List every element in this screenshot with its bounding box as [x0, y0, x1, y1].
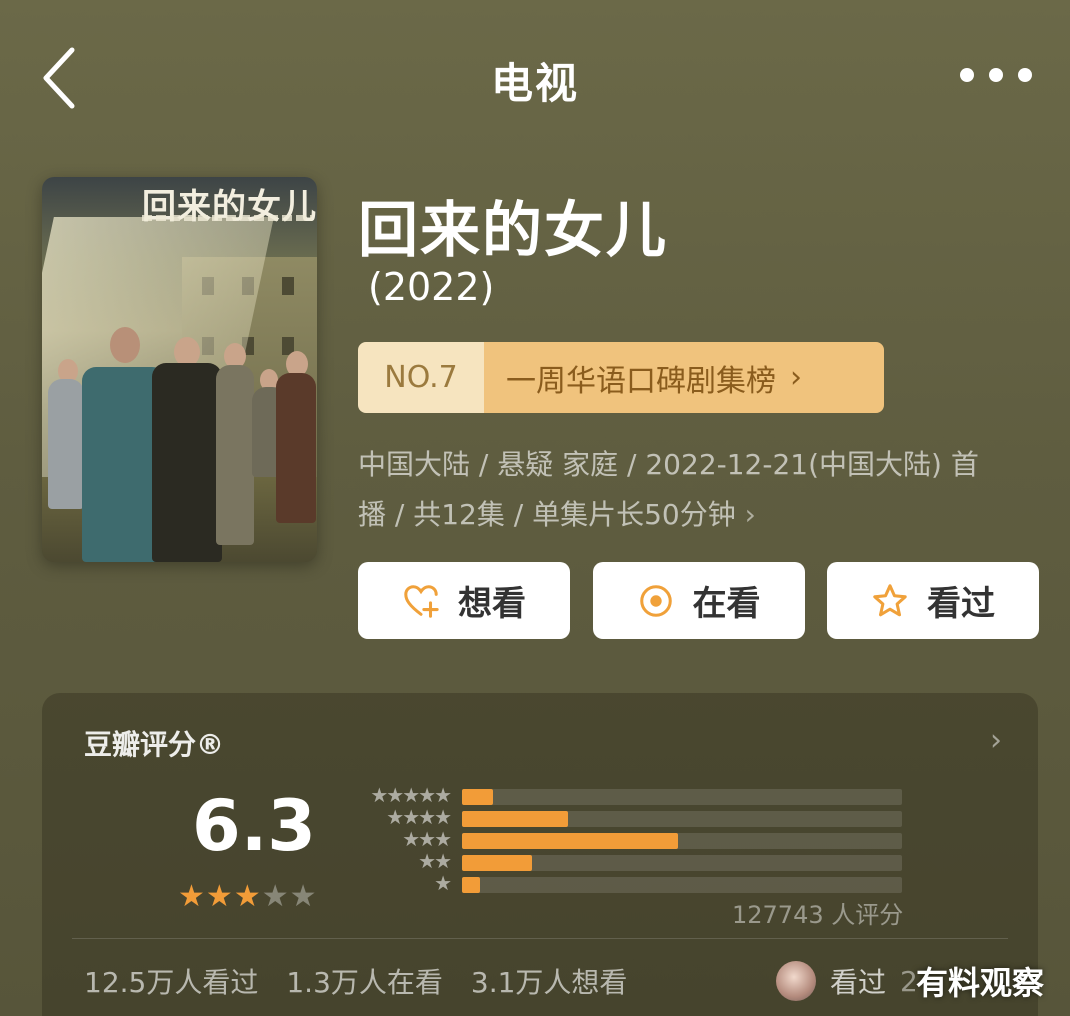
- meta-line-2: 播 / 共12集 / 单集片长50分钟 ›: [358, 490, 1038, 540]
- watching-label: 在看: [692, 584, 761, 624]
- show-title: 回来的女儿: [358, 196, 668, 266]
- want-to-watch-label: 想看: [458, 584, 526, 624]
- rating-count: 127743 人评分: [732, 901, 904, 929]
- rating-bar-track: [462, 833, 902, 849]
- rating-bar: [462, 877, 480, 893]
- page-title: 电视: [490, 59, 579, 108]
- show-meta[interactable]: 中国大陆 / 悬疑 家庭 / 2022-12-21(中国大陆) 首 播 / 共1…: [358, 440, 1038, 540]
- stat-watching: 1.3万人在看: [286, 966, 443, 999]
- stat-want: 3.1万人想看: [470, 966, 628, 999]
- star-icon: ★: [261, 879, 290, 914]
- rating-score: 6.3: [192, 785, 317, 867]
- avatar: [776, 961, 816, 1001]
- rating-bar: [462, 855, 533, 871]
- rating-bar: [462, 789, 493, 805]
- show-poster[interactable]: 回来的女儿: [42, 177, 317, 562]
- rank-label-box: 一周华语口碑剧集榜 ›: [484, 342, 884, 413]
- rating-row-stars: ★★★★★: [370, 783, 452, 807]
- rating-row-stars: ★★: [418, 849, 452, 873]
- want-to-watch-button[interactable]: 想看: [358, 562, 570, 639]
- more-dot-icon: [989, 68, 1003, 82]
- watched-button[interactable]: 看过: [827, 562, 1039, 639]
- star-icon: ★: [205, 879, 234, 914]
- top-nav: 电视: [0, 0, 1070, 150]
- star-outline-icon: [873, 583, 907, 616]
- chevron-right-icon: ›: [744, 498, 756, 531]
- rank-number: NO.7: [358, 342, 484, 413]
- meta-line: 播 / 共12集 / 单集片长50分钟: [358, 498, 736, 531]
- rank-label: 一周华语口碑剧集榜: [506, 363, 776, 399]
- poster-figure-head: [110, 327, 140, 363]
- rating-row-stars: ★★★: [402, 827, 452, 851]
- rating-row-stars: ★★★★: [386, 805, 452, 829]
- rating-bar: [462, 811, 568, 827]
- watching-button[interactable]: 在看: [592, 562, 805, 639]
- chevron-right-icon[interactable]: ›: [990, 723, 1002, 758]
- rating-bar-track: [462, 811, 902, 827]
- rating-row: ★★: [342, 849, 902, 873]
- rating-row: ★★★: [342, 827, 902, 851]
- poster-figure: [152, 363, 222, 562]
- poster-figure: [216, 365, 254, 545]
- rating-row: ★★★★★: [342, 783, 902, 807]
- more-dot-icon: [1018, 68, 1032, 82]
- poster-figure: [48, 379, 84, 509]
- watermark: 有料观察: [916, 964, 1045, 1002]
- rating-bar-track: [462, 855, 902, 871]
- rating-stars: ★★★★★: [178, 879, 318, 914]
- divider: [72, 938, 1008, 939]
- rating-row-stars: ★: [434, 871, 452, 895]
- target-icon: [639, 584, 672, 617]
- rating-bar: [462, 833, 678, 849]
- friend-activity-label: 看过: [830, 966, 887, 999]
- more-dot-icon: [960, 68, 974, 82]
- rating-title: 豆瓣评分®: [84, 728, 225, 761]
- star-icon: ★: [178, 879, 206, 914]
- audience-stats: 12.5万人看过 1.3万人在看 3.1万人想看: [84, 961, 627, 1001]
- ranking-badge[interactable]: NO.7 一周华语口碑剧集榜 ›: [358, 342, 884, 413]
- stat-watched: 12.5万人看过: [84, 966, 259, 999]
- star-icon: ★: [289, 879, 318, 914]
- friend-activity[interactable]: 看过 2: [776, 961, 918, 1001]
- show-year: (2022): [368, 265, 495, 309]
- action-buttons: 想看 在看 看过: [358, 562, 1039, 639]
- poster-window: [282, 277, 294, 295]
- more-button[interactable]: [960, 60, 1032, 90]
- heart-plus-icon: [404, 584, 439, 618]
- rating-row: ★: [342, 871, 902, 895]
- poster-figure: [276, 373, 316, 523]
- rating-card[interactable]: 豆瓣评分® › 6.3 ★★★★★ ★★★★★ ★★★★ ★★★ ★★ ★ 127743…: [42, 693, 1038, 1016]
- chevron-right-icon: ›: [790, 360, 802, 395]
- poster-credits: [142, 215, 312, 221]
- rating-bar-track: [462, 789, 902, 805]
- rating-bar-track: [462, 877, 902, 893]
- watched-label: 看过: [927, 584, 995, 624]
- meta-line: 中国大陆 / 悬疑 家庭 / 2022-12-21(中国大陆) 首: [358, 448, 979, 481]
- rating-row: ★★★★: [342, 805, 902, 829]
- star-icon: ★: [233, 879, 262, 914]
